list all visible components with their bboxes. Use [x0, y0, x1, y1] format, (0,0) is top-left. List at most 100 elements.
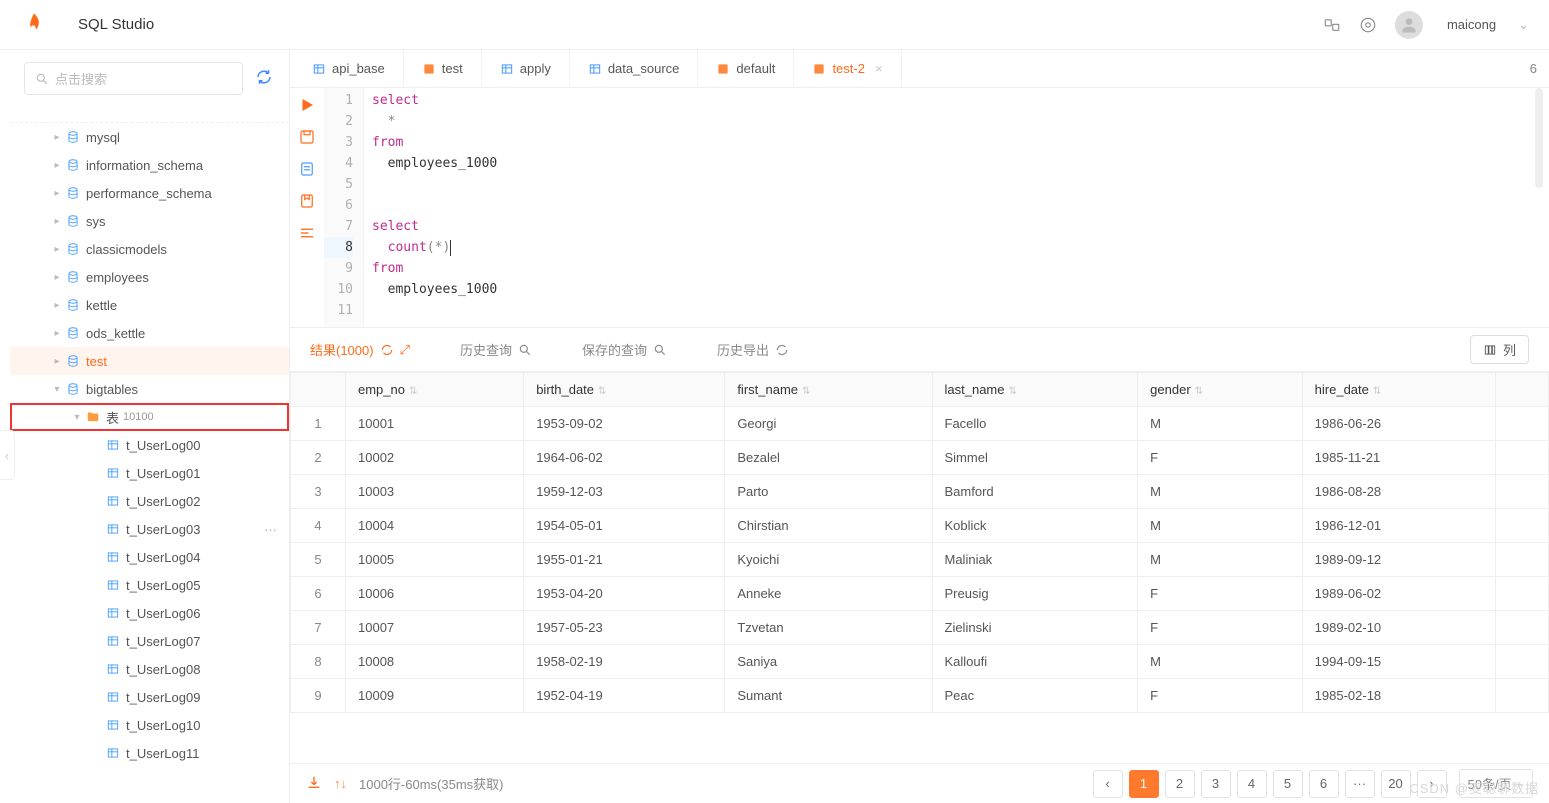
more-icon[interactable]: ··· — [264, 522, 277, 537]
sidebar-collapse-handle[interactable]: ‹ — [0, 430, 15, 480]
table-row[interactable]: 7100071957-05-23TzvetanZielinskiF1989-02… — [291, 611, 1549, 645]
tree-node-table[interactable]: t_UserLog00 — [10, 431, 289, 459]
page-button[interactable]: 2 — [1165, 770, 1195, 798]
tree-node-table[interactable]: t_UserLog09 — [10, 683, 289, 711]
code-line: employees_1000 — [372, 153, 1549, 174]
table-row[interactable]: 3100031959-12-03PartoBamfordM1986-08-28 — [291, 475, 1549, 509]
pagesize-select[interactable]: 50条/页 ⌄ — [1459, 769, 1533, 798]
tree-label: t_UserLog10 — [126, 718, 200, 733]
tree-label: t_UserLog07 — [126, 634, 200, 649]
tree-node-db[interactable]: ▸ mysql — [10, 123, 289, 151]
table-row[interactable]: 5100051955-01-21KyoichiMaliniakM1989-09-… — [291, 543, 1549, 577]
sql-file-icon — [716, 62, 730, 76]
tree-node-db[interactable]: ▾ bigtables — [10, 375, 289, 403]
table-cell: Kalloufi — [932, 645, 1138, 679]
table-cell: 10001 — [346, 407, 524, 441]
tree-node-db[interactable]: ▸ information_schema — [10, 151, 289, 179]
tree-node-db[interactable]: ▸ kettle — [10, 291, 289, 319]
tree-node-table[interactable]: t_UserLog03··· — [10, 515, 289, 543]
chevron-down-icon[interactable]: ⌄ — [1518, 17, 1529, 33]
tree-node-table[interactable]: t_UserLog08 — [10, 655, 289, 683]
tree-node-table[interactable]: t_UserLog07 — [10, 627, 289, 655]
translate-icon[interactable] — [1323, 16, 1341, 34]
database-icon — [64, 270, 82, 284]
scrollbar-thumb[interactable] — [1535, 88, 1543, 188]
chevron-icon: ▸ — [50, 272, 64, 283]
line-number: 8 — [324, 237, 353, 258]
bookmark-icon[interactable] — [298, 192, 316, 210]
editor-tab[interactable]: test-2 × — [794, 50, 901, 87]
tree-node-db[interactable]: ▸ ods_kettle — [10, 319, 289, 347]
tab-saved[interactable]: 保存的查询 — [582, 340, 667, 359]
result-footer: ↑↓ 1000行-60ms(35ms获取) ‹123456···20› 50条/… — [290, 763, 1549, 803]
line-number: 1 — [324, 90, 353, 111]
page-button[interactable]: 4 — [1237, 770, 1267, 798]
editor-tab[interactable]: default — [698, 50, 794, 87]
expand-icon[interactable]: ⤢ — [400, 342, 410, 358]
save-icon[interactable] — [298, 128, 316, 146]
table-row[interactable]: 9100091952-04-19SumantPeacF1985-02-18 — [291, 679, 1549, 713]
tree-node-table[interactable]: t_UserLog06 — [10, 599, 289, 627]
table-icon — [104, 466, 122, 480]
page-button[interactable]: ··· — [1345, 770, 1375, 798]
table-row[interactable]: 2100021964-06-02BezalelSimmelF1985-11-21 — [291, 441, 1549, 475]
tab-result[interactable]: 结果(1000) ⤢ — [310, 340, 410, 359]
username[interactable]: maicong — [1447, 17, 1496, 32]
folder-icon — [84, 410, 102, 424]
tree-node-table[interactable]: t_UserLog05 — [10, 571, 289, 599]
page-button[interactable]: 20 — [1381, 770, 1411, 798]
close-icon[interactable]: × — [875, 61, 883, 76]
column-header[interactable]: birth_date⇅ — [524, 373, 725, 407]
table-row[interactable]: 6100061953-04-20AnnekePreusigF1989-06-02 — [291, 577, 1549, 611]
page-button[interactable]: 6 — [1309, 770, 1339, 798]
column-header[interactable]: first_name⇅ — [725, 373, 932, 407]
tab-history[interactable]: 历史查询 — [460, 340, 532, 359]
refresh-icon[interactable] — [255, 68, 273, 89]
column-header[interactable]: emp_no⇅ — [346, 373, 524, 407]
page-prev[interactable]: ‹ — [1093, 770, 1123, 798]
avatar[interactable] — [1395, 11, 1423, 39]
tree-label: bigtables — [86, 382, 138, 397]
column-header[interactable]: hire_date⇅ — [1302, 373, 1495, 407]
editor-tab[interactable]: test — [404, 50, 482, 87]
format-icon[interactable] — [298, 224, 316, 242]
page-next[interactable]: › — [1417, 770, 1447, 798]
tab-export-label: 历史导出 — [717, 340, 769, 359]
table-cell: 1989-02-10 — [1302, 611, 1495, 645]
tree-node-tables-folder[interactable]: ▾ 表 10100 — [10, 403, 289, 431]
tree-node-db[interactable]: ▸ performance_schema — [10, 179, 289, 207]
page-button[interactable]: 5 — [1273, 770, 1303, 798]
search-input[interactable]: 点击搜索 — [24, 62, 243, 95]
tab-export[interactable]: 历史导出 — [717, 340, 789, 359]
tree-label: employees — [86, 270, 149, 285]
tree-node-table[interactable]: t_UserLog04 — [10, 543, 289, 571]
sort-icon: ⇅ — [1008, 386, 1016, 397]
code-area[interactable]: 1234567891011 select *from employees_100… — [324, 88, 1549, 327]
tree-node-table[interactable]: t_UserLog02 — [10, 487, 289, 515]
editor-tab[interactable]: api_base — [294, 50, 404, 87]
table-row[interactable]: 1100011953-09-02GeorgiFacelloM1986-06-26 — [291, 407, 1549, 441]
page-button[interactable]: 1 — [1129, 770, 1159, 798]
columns-button[interactable]: 列 — [1470, 335, 1529, 364]
history-icon[interactable] — [298, 160, 316, 178]
editor-tab[interactable]: apply — [482, 50, 570, 87]
tree-node-table[interactable]: t_UserLog10 — [10, 711, 289, 739]
page-button[interactable]: 3 — [1201, 770, 1231, 798]
tree-node-db[interactable]: ▸ sys — [10, 207, 289, 235]
table-row[interactable]: 4100041954-05-01ChirstianKoblickM1986-12… — [291, 509, 1549, 543]
download-icon[interactable] — [306, 774, 322, 793]
tree-node-db[interactable]: ▸ test — [10, 347, 289, 375]
column-header[interactable]: last_name⇅ — [932, 373, 1138, 407]
run-icon[interactable] — [298, 96, 316, 114]
column-header[interactable]: gender⇅ — [1138, 373, 1302, 407]
sort-icon[interactable]: ↑↓ — [334, 776, 347, 791]
tree-node-db[interactable]: ▸ employees — [10, 263, 289, 291]
tree-node-table[interactable]: t_UserLog01 — [10, 459, 289, 487]
table-icon — [104, 606, 122, 620]
tree-node-table[interactable]: t_UserLog11 — [10, 739, 289, 767]
table-row[interactable]: 8100081958-02-19SaniyaKalloufiM1994-09-1… — [291, 645, 1549, 679]
gear-icon[interactable] — [1359, 16, 1377, 34]
tree-node-db[interactable]: ▸ classicmodels — [10, 235, 289, 263]
editor-tab[interactable]: data_source — [570, 50, 699, 87]
code-line: select — [372, 90, 1549, 111]
